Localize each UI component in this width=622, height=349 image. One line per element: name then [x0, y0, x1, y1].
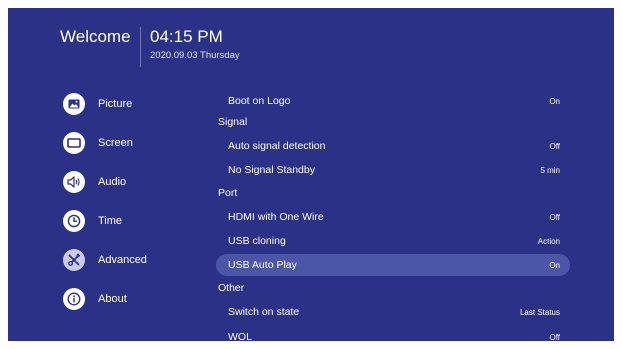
- setting-label: USB cloning: [228, 235, 286, 247]
- setting-value: Last Status: [519, 307, 560, 317]
- sidebar-item-advanced[interactable]: Advanced: [63, 247, 203, 273]
- section-header-other: Other: [218, 282, 245, 294]
- setting-value: Off: [549, 332, 560, 342]
- setting-value: On: [549, 260, 560, 270]
- sidebar-item-label: Advanced: [98, 254, 147, 266]
- setting-label: USB Auto Play: [228, 259, 297, 271]
- picture-icon: [63, 93, 85, 115]
- setting-value: Off: [549, 212, 560, 222]
- sidebar-item-label: Picture: [98, 98, 133, 110]
- clock-icon: [63, 210, 85, 232]
- setting-row-switch-on-state[interactable]: Switch on state Last Status: [216, 301, 570, 323]
- tools-icon: [63, 249, 85, 271]
- sidebar-item-about[interactable]: About: [63, 286, 203, 312]
- setting-value: Action: [537, 236, 560, 246]
- setting-label: No Signal Standby: [228, 164, 315, 176]
- setting-label: Boot on Logo: [228, 95, 291, 107]
- sidebar-item-label: Time: [98, 215, 123, 227]
- sidebar-item-time[interactable]: Time: [63, 208, 203, 234]
- section-header-signal: Signal: [218, 116, 248, 128]
- sidebar-item-screen[interactable]: Screen: [63, 130, 203, 156]
- sidebar-item-picture[interactable]: Picture: [63, 91, 203, 117]
- setting-value: On: [549, 96, 560, 106]
- clock-time: 04:15 PM: [150, 27, 223, 46]
- setting-label: Auto signal detection: [228, 140, 326, 152]
- setting-value: Off: [549, 141, 560, 151]
- setting-label: HDMI with One Wire: [228, 211, 324, 223]
- sidebar-item-label: Audio: [98, 176, 127, 188]
- setting-row-wol[interactable]: WOL Off: [216, 326, 570, 341]
- screen-icon: [63, 132, 85, 154]
- setting-row-usb-cloning[interactable]: USB cloning Action: [216, 230, 570, 252]
- setting-row-auto-signal-detection[interactable]: Auto signal detection Off: [216, 135, 570, 157]
- setting-row-usb-auto-play[interactable]: USB Auto Play On: [216, 254, 570, 276]
- settings-screen: Welcome 04:15 PM 2020.09.03 Thursday Pic…: [8, 8, 614, 341]
- setting-label: Switch on state: [228, 306, 300, 318]
- clock-date: 2020.09.03 Thursday: [150, 50, 240, 61]
- sidebar-item-label: Screen: [98, 137, 133, 149]
- setting-row-no-signal-standby[interactable]: No Signal Standby 5 min: [216, 159, 570, 181]
- setting-label: WOL: [228, 331, 252, 341]
- header-divider: [140, 27, 141, 67]
- section-header-port: Port: [218, 187, 238, 199]
- info-icon: [63, 288, 85, 310]
- sidebar-item-label: About: [98, 293, 127, 305]
- audio-icon: [63, 171, 85, 193]
- welcome-text: Welcome: [60, 27, 131, 46]
- setting-row-hdmi-with-one-wire[interactable]: HDMI with One Wire Off: [216, 206, 570, 228]
- setting-value: 5 min: [540, 165, 560, 175]
- sidebar-item-audio[interactable]: Audio: [63, 169, 203, 195]
- setting-row-boot-on-logo[interactable]: Boot on Logo On: [216, 90, 570, 112]
